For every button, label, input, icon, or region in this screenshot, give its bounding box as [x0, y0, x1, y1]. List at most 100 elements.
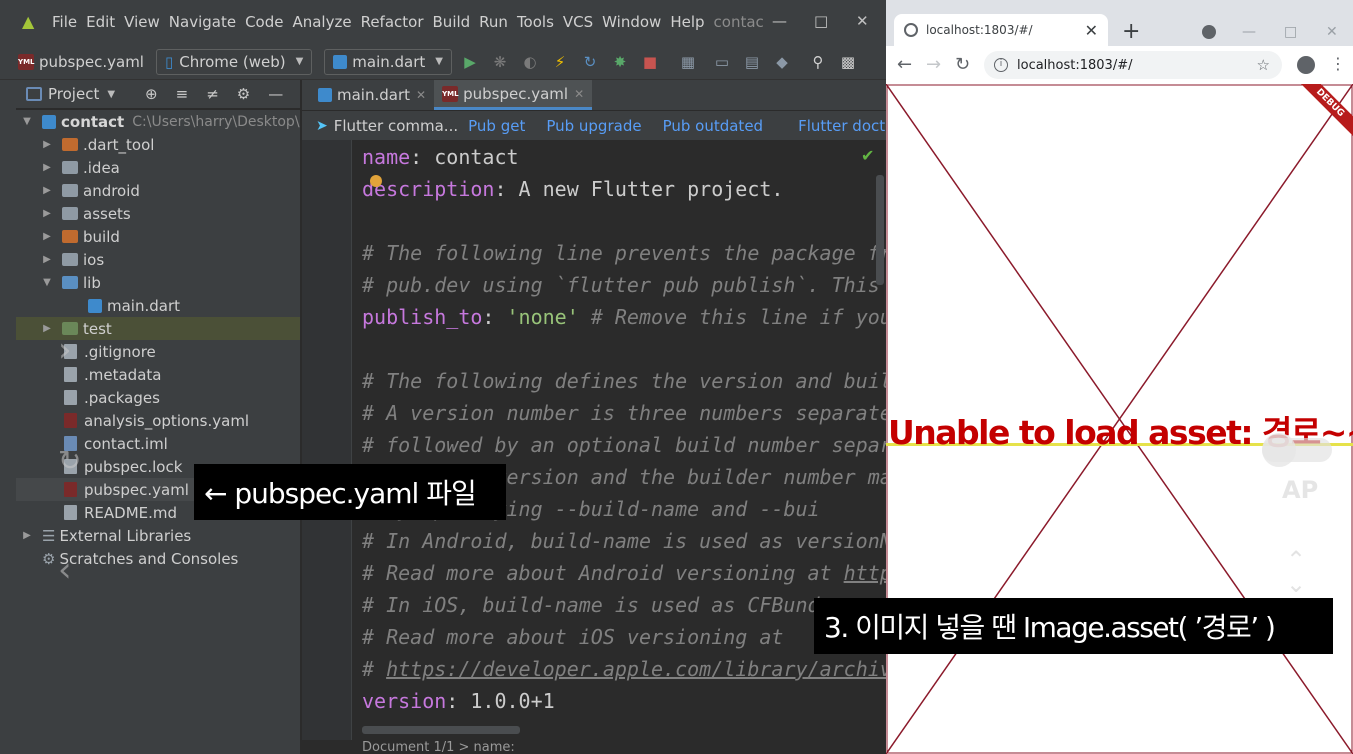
- run-icon[interactable]: ▶: [458, 53, 482, 71]
- device-selector[interactable]: ▯ Chrome (web) ▼: [155, 48, 313, 75]
- debug-icon[interactable]: ❋: [488, 53, 512, 71]
- menu-analyze[interactable]: Analyze: [292, 13, 351, 31]
- pub-get-link[interactable]: Pub get: [468, 117, 525, 135]
- account-icon[interactable]: ▩: [836, 53, 860, 71]
- chevron-right-icon[interactable]: ▶: [40, 254, 54, 265]
- maximize-icon[interactable]: □: [814, 12, 828, 30]
- chevron-down-icon[interactable]: ▼: [107, 89, 115, 100]
- device-manager-icon[interactable]: ▤: [740, 53, 764, 71]
- menu-code[interactable]: Code: [245, 13, 283, 31]
- chevron-right-icon[interactable]: ▶: [40, 208, 54, 219]
- collapse-all-icon[interactable]: ≠: [206, 85, 219, 103]
- chevron-right-icon[interactable]: ▶: [40, 139, 54, 150]
- close-icon[interactable]: ✕: [856, 12, 869, 30]
- avd-manager-icon[interactable]: ▭: [710, 53, 734, 71]
- code-link[interactable]: http: [844, 561, 886, 585]
- tab-pubspec-yaml[interactable]: YML pubspec.yaml ✕: [434, 80, 593, 110]
- menu-vcs[interactable]: VCS: [563, 13, 593, 31]
- browser-tab[interactable]: localhost:1803/#/ ✕: [894, 14, 1108, 46]
- hide-panel-icon[interactable]: —: [268, 85, 283, 103]
- pub-outdated-link[interactable]: Pub outdated: [663, 117, 764, 135]
- code-link[interactable]: https://developer.apple.com/library/arch…: [386, 657, 886, 681]
- hot-restart-icon[interactable]: ↻: [578, 53, 602, 71]
- close-icon[interactable]: ✕: [1326, 24, 1338, 40]
- reload-icon[interactable]: ↻: [955, 55, 970, 75]
- expand-all-icon[interactable]: ≡: [176, 85, 189, 103]
- bookmark-star-icon[interactable]: ☆: [1257, 56, 1270, 74]
- menu-dots-icon[interactable]: ⋮: [1330, 54, 1346, 73]
- menu-view[interactable]: View: [124, 13, 160, 31]
- profile-avatar[interactable]: [1297, 56, 1315, 74]
- flutter-doctor-link[interactable]: Flutter doctor: [798, 117, 886, 135]
- code-editor[interactable]: name: contact description: A new Flutter…: [353, 140, 886, 740]
- vertical-scrollbar[interactable]: [876, 175, 884, 285]
- maximize-icon[interactable]: □: [1284, 24, 1297, 40]
- tree-item-analysis-options[interactable]: analysis_options.yaml: [16, 409, 300, 432]
- minimize-icon[interactable]: —: [772, 12, 787, 30]
- locate-file-icon[interactable]: ⊕: [145, 85, 158, 103]
- chevron-right-icon[interactable]: ▶: [40, 185, 54, 196]
- chevron-down-icon[interactable]: ▼: [40, 277, 54, 288]
- gear-icon[interactable]: ⚙: [237, 85, 250, 103]
- close-icon[interactable]: ✕: [574, 87, 584, 101]
- close-icon[interactable]: ✕: [416, 88, 426, 102]
- tree-item-label: ios: [83, 250, 105, 269]
- code-comment: # A version number is three numbers sepa…: [362, 401, 886, 425]
- menu-build[interactable]: Build: [433, 13, 471, 31]
- menu-run[interactable]: Run: [479, 13, 508, 31]
- pub-upgrade-link[interactable]: Pub upgrade: [546, 117, 641, 135]
- media-control-icon[interactable]: [1202, 25, 1216, 39]
- address-bar[interactable]: i localhost:1803/#/ ☆: [984, 51, 1282, 79]
- project-structure-icon[interactable]: ▦: [676, 53, 700, 71]
- close-icon[interactable]: ✕: [1085, 21, 1098, 40]
- menu-help[interactable]: Help: [670, 13, 704, 31]
- tree-item-build[interactable]: ▶ build: [16, 225, 300, 248]
- tree-root[interactable]: ▼ contact C:\Users\harry\Desktop\: [16, 110, 300, 133]
- tab-main-dart[interactable]: main.dart ✕: [310, 80, 434, 110]
- forward-icon[interactable]: →: [926, 55, 941, 75]
- tree-item-android[interactable]: ▶ android: [16, 179, 300, 202]
- current-file-breadcrumb[interactable]: YML pubspec.yaml: [18, 53, 144, 71]
- chevron-right-icon[interactable]: ▶: [40, 231, 54, 242]
- menu-edit[interactable]: Edit: [86, 13, 115, 31]
- tree-item-external-libraries[interactable]: ▶ ☰ External Libraries: [16, 524, 300, 547]
- project-view-selector[interactable]: Project: [48, 85, 99, 103]
- hot-reload-icon[interactable]: ⚡: [548, 53, 572, 71]
- search-icon[interactable]: ⚲: [806, 53, 830, 71]
- chevron-right-icon[interactable]: ▶: [40, 162, 54, 173]
- horizontal-scrollbar[interactable]: [362, 726, 520, 734]
- menu-refactor[interactable]: Refactor: [361, 13, 424, 31]
- stop-icon[interactable]: ■: [638, 53, 662, 71]
- tree-item-ios[interactable]: ▶ ios: [16, 248, 300, 271]
- chevron-right-icon[interactable]: ▶: [20, 530, 34, 541]
- flutter-icon: ➤: [316, 117, 328, 134]
- project-name: contact: [61, 112, 125, 131]
- tree-item-dart-tool[interactable]: ▶ .dart_tool: [16, 133, 300, 156]
- chevron-down-icon[interactable]: ▼: [20, 116, 34, 127]
- yaml-key: version: [362, 689, 447, 713]
- minimize-icon[interactable]: —: [1242, 24, 1256, 40]
- attach-debugger-icon[interactable]: ✸: [608, 53, 632, 71]
- menu-window[interactable]: Window: [602, 13, 661, 31]
- tree-item-label: .metadata: [84, 365, 162, 384]
- back-icon[interactable]: ←: [897, 55, 912, 75]
- chevron-right-icon: ›: [58, 330, 72, 370]
- tree-item-lib[interactable]: ▼ lib: [16, 271, 300, 294]
- warning-bulb-icon[interactable]: [370, 175, 382, 187]
- tree-item-idea[interactable]: ▶ .idea: [16, 156, 300, 179]
- sdk-manager-icon[interactable]: ◆: [770, 53, 794, 71]
- menu-navigate[interactable]: Navigate: [169, 13, 236, 31]
- menu-tools[interactable]: Tools: [517, 13, 554, 31]
- new-tab-icon[interactable]: +: [1122, 21, 1140, 43]
- browser-tab-strip: localhost:1803/#/ ✕ + — □ ✕: [886, 10, 1353, 46]
- coverage-icon[interactable]: ◐: [518, 53, 542, 71]
- folder-icon: [62, 207, 78, 220]
- chevron-right-icon[interactable]: ▶: [40, 323, 54, 334]
- globe-icon: [904, 23, 918, 37]
- tree-item-assets[interactable]: ▶ assets: [16, 202, 300, 225]
- run-config-selector[interactable]: main.dart ▼: [324, 48, 452, 75]
- tree-item-packages[interactable]: .packages: [16, 386, 300, 409]
- menu-file[interactable]: File: [52, 13, 77, 31]
- info-icon[interactable]: i: [994, 58, 1008, 72]
- tree-item-main-dart[interactable]: main.dart: [16, 294, 300, 317]
